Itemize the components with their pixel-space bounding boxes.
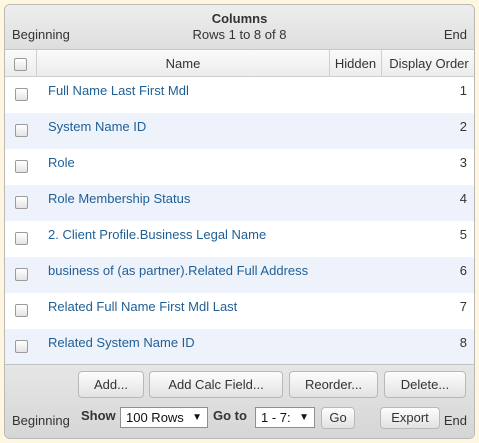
add-calc-field-button[interactable]: Add Calc Field...	[149, 371, 283, 398]
column-name-link[interactable]: Full Name Last First Mdl	[48, 77, 189, 105]
column-name-link[interactable]: 2. Client Profile.Business Legal Name	[48, 221, 266, 249]
display-order-value: 6	[459, 263, 467, 278]
table-row: Related System Name ID 8	[5, 329, 474, 365]
page-select-value: 1 - 7:	[261, 410, 291, 425]
table-row: Role Membership Status 4	[5, 185, 474, 221]
display-order-value: 3	[459, 155, 467, 170]
display-order-value: 1	[459, 83, 467, 98]
display-order-value: 2	[459, 119, 467, 134]
delete-button[interactable]: Delete...	[384, 371, 466, 398]
row-checkbox[interactable]	[15, 88, 28, 101]
table-body: Full Name Last First Mdl 1 System Name I…	[5, 77, 474, 365]
reorder-button[interactable]: Reorder...	[289, 371, 378, 398]
column-name-link[interactable]: Related System Name ID	[48, 329, 195, 357]
display-order-value: 8	[459, 335, 467, 350]
rows-per-page-value: 100 Rows	[126, 410, 184, 425]
dropdown-arrow-icon: ▼	[192, 412, 202, 423]
column-name-link[interactable]: Related Full Name First Mdl Last	[48, 293, 237, 321]
column-name-link[interactable]: Role Membership Status	[48, 185, 190, 213]
end-link-bottom[interactable]: End	[444, 413, 467, 428]
select-all-checkbox[interactable]	[14, 58, 27, 72]
row-checkbox[interactable]	[15, 304, 28, 317]
show-label: Show	[81, 408, 116, 423]
bottom-toolbar: Add... Add Calc Field... Reorder... Dele…	[5, 364, 474, 438]
rows-per-page-select[interactable]: 100 Rows ▼	[120, 407, 208, 428]
panel-title: Columns	[211, 11, 268, 26]
display-order-value: 4	[459, 191, 467, 206]
column-name-link[interactable]: business of (as partner).Related Full Ad…	[48, 257, 308, 285]
column-name-link[interactable]: System Name ID	[48, 113, 146, 141]
end-link-top[interactable]: End	[444, 27, 467, 42]
dropdown-arrow-icon: ▼	[299, 412, 309, 423]
row-checkbox[interactable]	[15, 268, 28, 281]
row-checkbox[interactable]	[15, 124, 28, 137]
add-button[interactable]: Add...	[78, 371, 144, 398]
header-hidden[interactable]: Hidden	[330, 50, 382, 77]
row-range: Rows 1 to 8 of 8	[192, 27, 287, 42]
page-select[interactable]: 1 - 7: ▼	[255, 407, 315, 428]
table-row: business of (as partner).Related Full Ad…	[5, 257, 474, 293]
table-row: System Name ID 2	[5, 113, 474, 149]
columns-panel: Columns Rows 1 to 8 of 8 Beginning End N…	[4, 4, 475, 439]
table-row: Role 3	[5, 149, 474, 185]
export-button[interactable]: Export	[380, 407, 440, 429]
column-name-link[interactable]: Role	[48, 149, 75, 177]
display-order-value: 5	[459, 227, 467, 242]
header-display-order[interactable]: Display Order	[382, 50, 474, 77]
row-checkbox[interactable]	[15, 340, 28, 353]
table-header: Name Hidden Display Order	[5, 50, 474, 77]
go-button[interactable]: Go	[321, 407, 355, 429]
row-checkbox[interactable]	[15, 232, 28, 245]
header-name[interactable]: Name	[37, 50, 330, 77]
beginning-link-bottom[interactable]: Beginning	[12, 413, 70, 428]
goto-label: Go to	[213, 408, 247, 423]
top-bar: Columns Rows 1 to 8 of 8 Beginning End	[5, 5, 474, 50]
display-order-value: 7	[459, 299, 467, 314]
table-row: Related Full Name First Mdl Last 7	[5, 293, 474, 329]
header-checkbox-cell	[5, 50, 37, 77]
table-row: Full Name Last First Mdl 1	[5, 77, 474, 113]
table-row: 2. Client Profile.Business Legal Name 5	[5, 221, 474, 257]
row-checkbox[interactable]	[15, 196, 28, 209]
beginning-link-top[interactable]: Beginning	[12, 27, 70, 42]
row-checkbox[interactable]	[15, 160, 28, 173]
